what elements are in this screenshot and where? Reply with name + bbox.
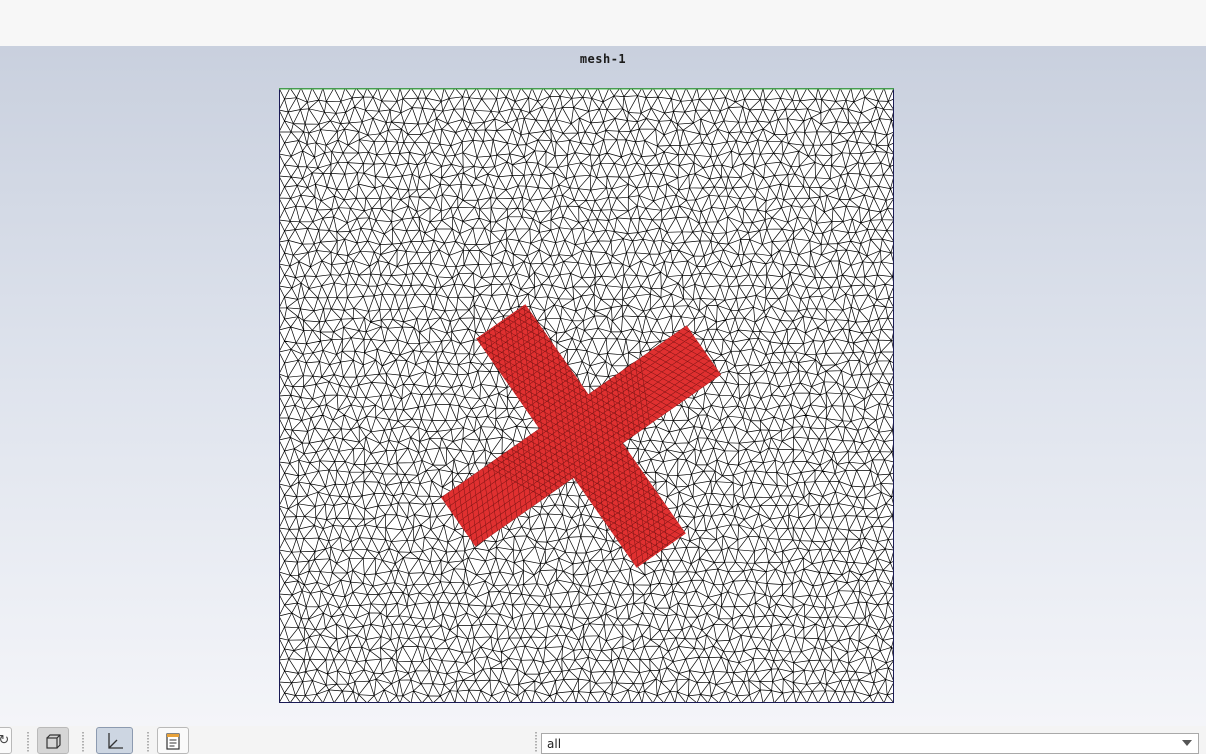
zone-select-value: all — [547, 737, 562, 751]
toolbar-separator — [147, 732, 149, 752]
partial-tool-button[interactable]: ↻ — [0, 727, 12, 754]
isometric-view-button[interactable] — [37, 727, 69, 754]
report-button[interactable] — [157, 727, 189, 754]
document-icon — [166, 732, 180, 750]
top-toolbar-strip — [0, 0, 1206, 47]
mesh-title: mesh-1 — [579, 52, 627, 66]
toolbar-separator — [82, 732, 84, 752]
bottom-toolbar: ↻ all — [0, 726, 1206, 754]
mesh-display[interactable] — [279, 88, 894, 703]
chevron-down-icon — [1182, 740, 1192, 746]
graphics-viewport[interactable]: mesh-1 — [0, 46, 1206, 726]
zone-select-dropdown[interactable]: all — [541, 733, 1199, 754]
rotate-icon: ↻ — [0, 733, 10, 748]
cube-icon — [46, 733, 61, 749]
toolbar-separator — [27, 732, 29, 752]
axes-icon — [107, 732, 123, 749]
toolbar-separator — [535, 732, 537, 752]
axes-toggle-button[interactable] — [96, 727, 133, 754]
